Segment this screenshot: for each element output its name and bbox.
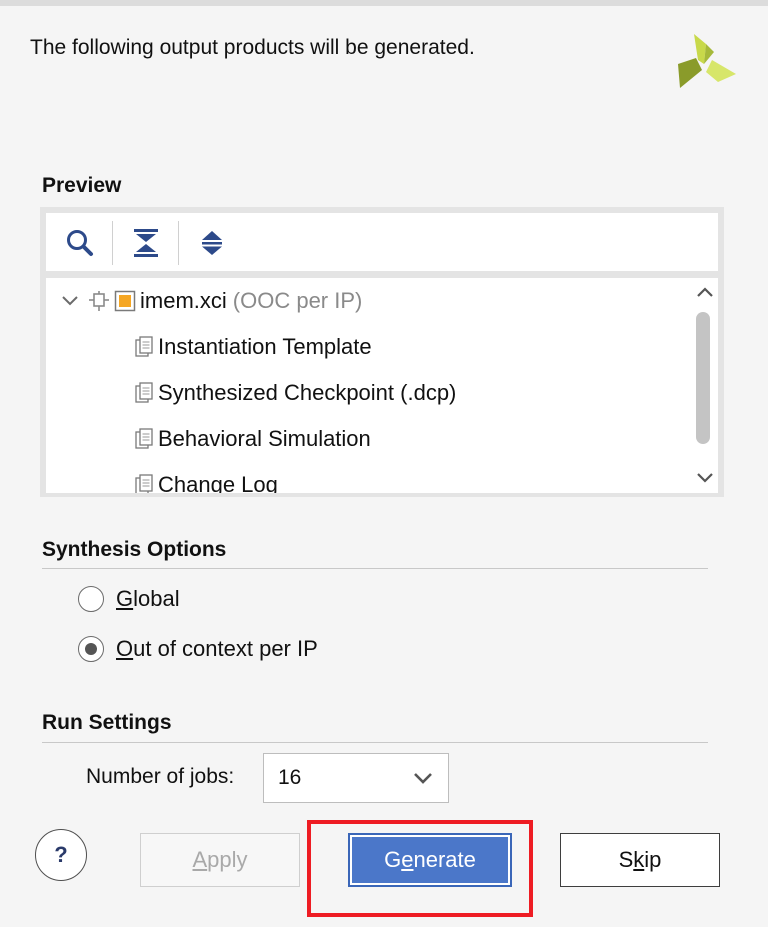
number-of-jobs-label: Number of jobs: (86, 765, 235, 788)
scroll-thumb[interactable] (696, 312, 710, 444)
preview-toolbar (46, 213, 718, 271)
chevron-down-icon[interactable] (60, 294, 80, 308)
tree-item[interactable]: Behavioral Simulation (134, 419, 371, 459)
document-icon (135, 428, 153, 449)
scroll-up-button[interactable] (694, 282, 716, 302)
tree-root-row[interactable]: imem.xci (OOC per IP) (60, 281, 362, 321)
document-icon (135, 382, 153, 403)
toolbar-separator (178, 221, 179, 265)
radio-label: Global (116, 586, 180, 611)
search-button[interactable] (58, 221, 102, 265)
skip-button[interactable]: Sk ip (560, 833, 720, 887)
scroll-down-button[interactable] (694, 468, 716, 488)
document-icon (135, 336, 153, 357)
tree-item[interactable]: Change Log (134, 465, 278, 493)
jobs-value: 16 (278, 766, 302, 789)
intro-text: The following output products will be ge… (30, 36, 475, 59)
section-divider (42, 742, 708, 743)
run-settings-title: Run Settings (42, 711, 172, 734)
document-icon (135, 474, 153, 493)
tree-root-note: (OOC per IP) (232, 288, 363, 313)
number-of-jobs-select[interactable]: 16 (263, 753, 449, 803)
chevron-down-icon (414, 773, 432, 784)
preview-title: Preview (42, 174, 122, 197)
xilinx-logo-icon (678, 34, 736, 88)
ip-core-icon (89, 291, 109, 311)
tree-item[interactable]: Instantiation Template (134, 327, 372, 367)
tree-root-label: imem.xci (140, 288, 227, 313)
toolbar-separator (112, 221, 113, 265)
radio-button[interactable] (78, 586, 104, 612)
tree-scrollbar[interactable] (692, 278, 718, 493)
tree-item-label: Instantiation Template (158, 334, 372, 359)
synthesis-options-title: Synthesis Options (42, 538, 227, 561)
tree-item-label: Change Log (158, 472, 278, 493)
tree-item-label: Behavioral Simulation (158, 426, 371, 451)
tree-item[interactable]: Synthesized Checkpoint (.dcp) (134, 373, 456, 413)
output-products-tree: imem.xci (OOC per IP) Instantiation Temp… (46, 278, 718, 493)
search-icon (67, 230, 93, 256)
radio-global[interactable]: Global (78, 586, 180, 612)
generate-button[interactable]: Ge nerate (348, 833, 512, 887)
help-button[interactable]: ? (35, 829, 87, 881)
radio-label: Out of context per IP (116, 636, 318, 661)
chevron-down-icon (697, 473, 713, 483)
collapse-all-icon (134, 229, 158, 257)
ip-block-icon (114, 290, 136, 312)
expand-all-button[interactable] (190, 221, 234, 265)
top-border (0, 0, 768, 6)
tree-item-label: Synthesized Checkpoint (.dcp) (158, 380, 457, 405)
apply-button[interactable]: Apply (140, 833, 300, 887)
radio-button-selected[interactable] (78, 636, 104, 662)
radio-out-of-context[interactable]: Out of context per IP (78, 636, 318, 662)
chevron-up-icon (697, 287, 713, 297)
expand-all-icon (202, 231, 222, 255)
section-divider (42, 568, 708, 569)
collapse-all-button[interactable] (124, 221, 168, 265)
